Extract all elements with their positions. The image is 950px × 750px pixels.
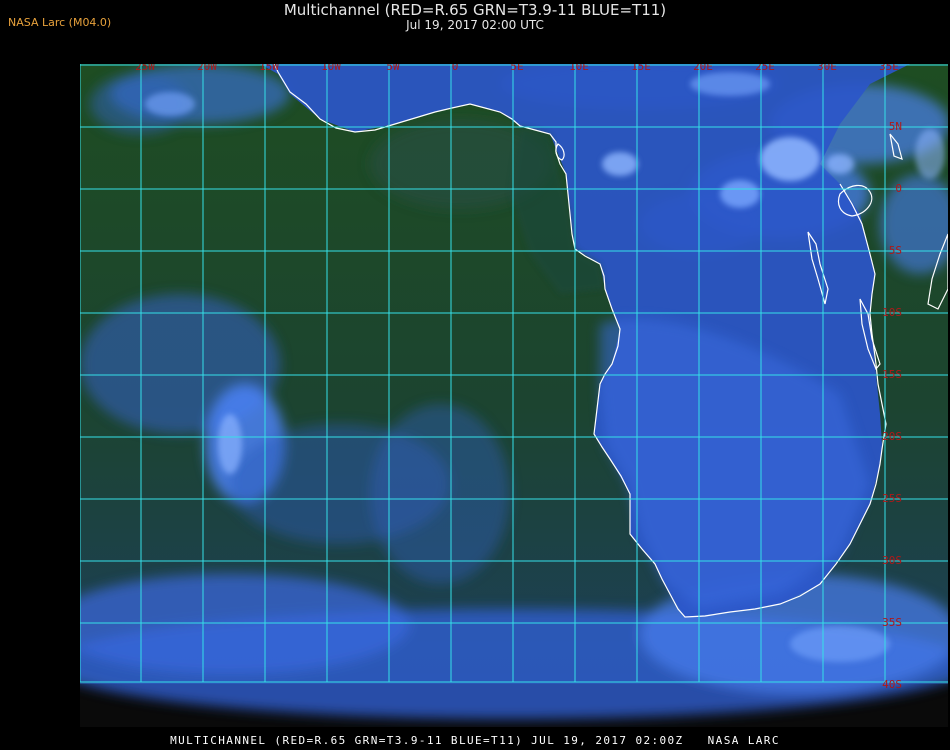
longitude-label: 15E (631, 64, 651, 73)
latitude-label: 15S (882, 368, 902, 381)
latitude-label: 40S (882, 678, 902, 691)
longitude-label: 10E (569, 64, 589, 73)
longitude-label: 25E (755, 64, 775, 73)
longitude-label: 20E (693, 64, 713, 73)
longitude-label: 15W (259, 64, 279, 73)
latitude-label: 20S (882, 430, 902, 443)
image-timestamp: Jul 19, 2017 02:00 UTC (406, 18, 544, 32)
longitude-label: 20W (197, 64, 217, 73)
longitude-label: 0 (452, 64, 459, 73)
longitude-label: 5E (510, 64, 523, 73)
latitude-label: 30S (882, 554, 902, 567)
image-title: Multichannel (RED=R.65 GRN=T3.9-11 BLUE=… (283, 1, 667, 19)
latitude-label: 25S (882, 492, 902, 505)
longitude-label: 35E (879, 64, 899, 73)
footer-caption: MULTICHANNEL (RED=R.65 GRN=T3.9-11 BLUE=… (170, 734, 780, 747)
longitude-label: 5W (386, 64, 400, 73)
latitude-label: 10S (882, 306, 902, 319)
latitude-label: 5N (889, 120, 902, 133)
latitude-label: 5S (889, 244, 902, 257)
satellite-map: 25W 20W 15W 10W 5W 0 5E 10E 15E 20E 25E 30E 35E 5N 0 5S… (80, 64, 948, 727)
longitude-label: 25W (135, 64, 155, 73)
latitude-label: 35S (882, 616, 902, 629)
latitude-label: 0 (895, 182, 902, 195)
longitude-label: 10W (321, 64, 341, 73)
satellite-image: 25W 20W 15W 10W 5W 0 5E 10E 15E 20E 25E 30E 35E 5N 0 5S… (80, 64, 948, 719)
longitude-label: 30E (817, 64, 837, 73)
